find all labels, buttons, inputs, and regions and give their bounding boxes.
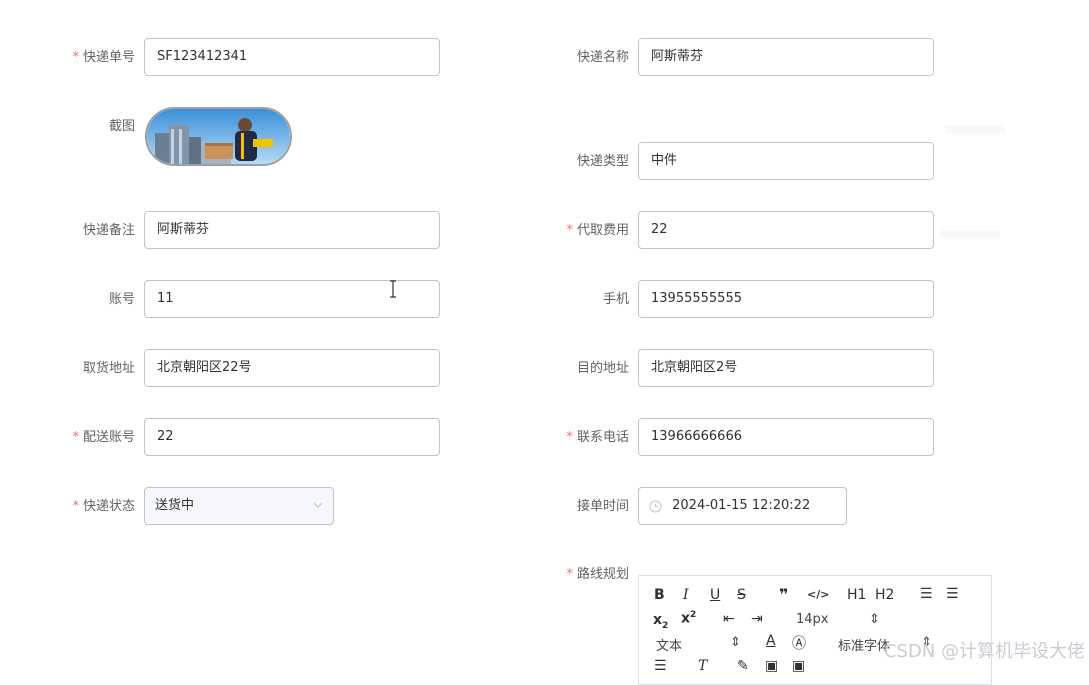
fee-input[interactable]: 22 [638,211,934,249]
status-select-value: 送货中 [155,498,195,513]
video-icon[interactable]: ▣ [792,658,805,674]
watermark: CSDN @计算机毕设大佬 [883,641,1085,662]
remark-label: 快递备注 [82,223,135,238]
bullet-list-icon[interactable]: ☰ [946,586,959,602]
courier-type-label: 快递类型 [576,154,629,169]
screenshot-label: 截图 [108,119,135,134]
delivery-account-input[interactable]: 22 [144,418,440,456]
destination-input[interactable]: 北京朝阳区2号 [638,349,934,387]
phone-label: 手机 [602,292,629,307]
pickup-address-input[interactable]: 北京朝阳区22号 [144,349,440,387]
code-icon[interactable]: </> [807,588,829,601]
italic-button[interactable]: I [683,587,689,603]
destination-label: 目的地址 [576,361,629,376]
courier-name-input[interactable]: 阿斯蒂芬 [638,38,934,76]
chevron-down-icon [313,502,323,508]
status-select[interactable]: 送货中 [144,487,334,525]
order-time-picker[interactable]: 2024-01-15 12:20:22 [638,487,847,525]
route-label: * 路线规划 [566,567,629,582]
link-icon[interactable]: ✎ [737,658,749,674]
subscript-button[interactable]: x2 [653,612,668,631]
heading-1-button[interactable]: H1 [847,587,866,603]
remark-input[interactable]: 阿斯蒂芬 [144,211,440,249]
image-icon[interactable]: ▣ [765,658,778,674]
clock-icon [649,500,662,512]
status-label: * 快递状态 [72,499,135,514]
pickup-address-label: 取货地址 [82,361,135,376]
outdent-icon[interactable]: ⇤ [723,611,735,627]
bold-button[interactable]: B [654,587,665,603]
courier-name-label: 快递名称 [576,50,629,65]
account-label: 账号 [108,292,135,307]
font-size-select[interactable]: 14px [796,612,829,627]
font-color-icon[interactable]: A [766,633,776,649]
font-family-select[interactable]: 标准字体 [838,635,890,654]
blockquote-icon[interactable]: ❞ [779,585,788,604]
phone-input[interactable]: 13955555555 [638,280,934,318]
delivery-account-label: * 配送账号 [72,430,135,445]
text-style-select[interactable]: 文本 [656,635,682,654]
clear-format-icon[interactable]: T [698,658,707,674]
superscript-button[interactable]: x2 [681,610,696,627]
indent-icon[interactable]: ⇥ [751,611,763,627]
tracking-no-input[interactable]: SF123412341 [144,38,440,76]
text-cursor-icon [390,280,396,298]
underline-button[interactable]: U [710,587,720,603]
fee-label: * 代取费用 [566,223,629,238]
background-shape [940,230,1000,238]
ordered-list-icon[interactable]: ☰ [920,586,933,602]
align-icon[interactable]: ☰ [654,658,667,674]
heading-2-button[interactable]: H2 [875,587,894,603]
background-shape [945,125,1005,133]
background-color-icon[interactable]: Ⓐ [792,633,806,653]
screenshot-image[interactable] [145,107,292,166]
text-style-arrows-icon[interactable]: ⇕ [730,635,741,650]
rich-text-editor[interactable]: B I U S ❞ </> H1 H2 ☰ ☰ x2 x2 ⇤ ⇥ 14px ⇕… [638,575,992,685]
contact-phone-label: * 联系电话 [566,430,629,445]
order-time-label: 接单时间 [576,499,629,514]
contact-phone-input[interactable]: 13966666666 [638,418,934,456]
order-time-value: 2024-01-15 12:20:22 [672,498,811,513]
courier-type-input[interactable]: 中件 [638,142,934,180]
tracking-no-label: * 快递单号 [72,50,135,65]
strikethrough-button[interactable]: S [737,587,746,603]
font-size-arrows-icon[interactable]: ⇕ [869,612,880,627]
